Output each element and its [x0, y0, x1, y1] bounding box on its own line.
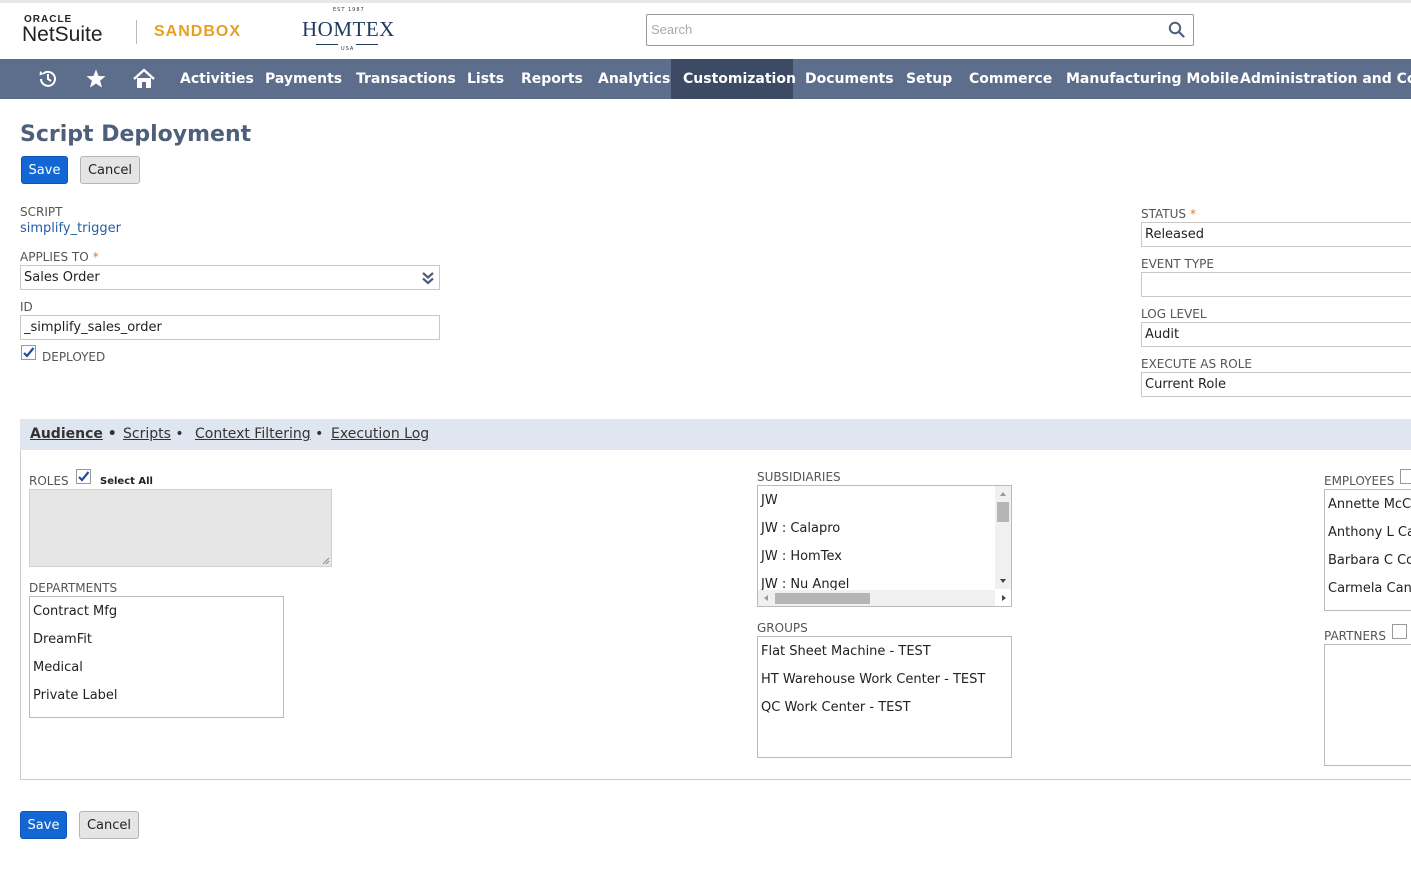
- employees-multiselect[interactable]: Annette McCl Anthony L Car Barbara C Col…: [1324, 489, 1411, 611]
- nav-lists[interactable]: Lists: [455, 59, 516, 99]
- tab-audience[interactable]: Audience •: [30, 419, 117, 450]
- home-icon[interactable]: [128, 59, 160, 99]
- subsidiary-option[interactable]: JW : HomTex: [761, 549, 842, 564]
- select-all-checkbox[interactable]: [76, 469, 91, 484]
- nav-activities[interactable]: Activities: [168, 59, 266, 99]
- partners-select-all-checkbox[interactable]: [1392, 624, 1407, 639]
- tab-context-filtering[interactable]: Context Filtering •: [195, 419, 323, 450]
- cancel-button[interactable]: Cancel: [80, 156, 140, 184]
- nav-customization[interactable]: Customization: [671, 59, 796, 99]
- search-input[interactable]: [647, 15, 1155, 43]
- event-type-label: EVENT TYPE: [1141, 257, 1214, 271]
- page-title: Script Deployment: [20, 122, 252, 147]
- status-label: STATUS *: [1141, 207, 1197, 221]
- nav-documents[interactable]: Documents: [793, 59, 906, 99]
- department-option[interactable]: Contract Mfg: [33, 604, 117, 619]
- double-chevron-down-icon: [422, 270, 434, 293]
- company-logo: HOMTEX: [302, 17, 395, 41]
- script-link[interactable]: simplify_trigger: [20, 221, 121, 236]
- vertical-scrollbar[interactable]: [995, 486, 1011, 589]
- partners-label: PARTNERS: [1324, 629, 1386, 643]
- partners-multiselect[interactable]: [1324, 644, 1411, 766]
- applies-to-select[interactable]: Sales Order: [20, 265, 440, 290]
- save-button[interactable]: Save: [21, 156, 68, 184]
- employee-option[interactable]: Carmela Canc: [1328, 581, 1411, 596]
- nav-reports[interactable]: Reports: [509, 59, 595, 99]
- nav-manufacturing-mobile[interactable]: Manufacturing Mobile: [1054, 59, 1251, 99]
- star-icon[interactable]: [80, 59, 112, 99]
- company-est-text: EST 1987: [333, 7, 365, 13]
- scroll-left-icon[interactable]: [761, 590, 771, 606]
- employees-label: EMPLOYEES: [1324, 474, 1395, 488]
- nav-commerce[interactable]: Commerce: [957, 59, 1064, 99]
- roles-label: ROLES: [29, 474, 69, 488]
- top-border: [0, 0, 1411, 3]
- subsidiary-option[interactable]: JW : Calapro: [761, 521, 840, 536]
- event-type-select[interactable]: [1141, 272, 1411, 297]
- company-country-text: USA: [341, 46, 355, 52]
- department-option[interactable]: Medical: [33, 660, 83, 675]
- required-marker: *: [1190, 207, 1197, 221]
- nav-analytics[interactable]: Analytics: [586, 59, 682, 99]
- select-all-label: Select All: [100, 476, 153, 487]
- nav-transactions[interactable]: Transactions: [344, 59, 468, 99]
- log-level-label: LOG LEVEL: [1141, 307, 1207, 321]
- id-label: ID: [20, 300, 33, 314]
- netsuite-logo-text: NetSuite: [22, 23, 103, 46]
- roles-multiselect[interactable]: [29, 489, 332, 567]
- employee-option[interactable]: Barbara C Col: [1328, 553, 1411, 568]
- execute-as-role-label: EXECUTE AS ROLE: [1141, 357, 1252, 371]
- employee-option[interactable]: Anthony L Car: [1328, 525, 1411, 540]
- departments-multiselect[interactable]: Contract Mfg DreamFit Medical Private La…: [29, 596, 284, 718]
- recent-icon[interactable]: [32, 59, 64, 99]
- sandbox-label: SANDBOX: [154, 23, 242, 40]
- search-icon[interactable]: [1168, 21, 1185, 42]
- employees-select-all-checkbox[interactable]: [1400, 469, 1411, 484]
- cancel-button-bottom[interactable]: Cancel: [79, 811, 139, 839]
- execute-as-role-select[interactable]: Current Role: [1141, 372, 1411, 397]
- subsidiaries-label: SUBSIDIARIES: [757, 470, 841, 484]
- scroll-down-icon[interactable]: [995, 576, 1011, 586]
- log-level-select[interactable]: Audit: [1141, 322, 1411, 347]
- applies-to-value: Sales Order: [24, 270, 100, 285]
- subsidiaries-multiselect[interactable]: JW JW : Calapro JW : HomTex JW : Nu Ange…: [757, 485, 1012, 607]
- scroll-right-icon[interactable]: [999, 590, 1009, 606]
- scroll-up-icon[interactable]: [995, 489, 1011, 499]
- group-option[interactable]: Flat Sheet Machine - TEST: [761, 644, 931, 659]
- save-button-bottom[interactable]: Save: [20, 811, 67, 839]
- department-option[interactable]: DreamFit: [33, 632, 92, 647]
- groups-multiselect[interactable]: Flat Sheet Machine - TEST HT Warehouse W…: [757, 636, 1012, 758]
- applies-to-label: APPLIES TO *: [20, 250, 99, 264]
- deployed-label: DEPLOYED: [42, 350, 106, 364]
- company-logo-rule-left: [316, 44, 338, 45]
- status-select[interactable]: Released: [1141, 222, 1411, 247]
- resize-handle-icon[interactable]: [322, 557, 330, 565]
- departments-label: DEPARTMENTS: [29, 581, 118, 595]
- checkmark-icon: [78, 471, 90, 482]
- scroll-thumb[interactable]: [775, 593, 870, 604]
- tab-scripts[interactable]: Scripts •: [123, 419, 184, 450]
- group-option[interactable]: QC Work Center - TEST: [761, 700, 911, 715]
- id-field[interactable]: _simplify_sales_order: [20, 315, 440, 340]
- checkmark-icon: [23, 347, 35, 358]
- company-logo-rule-right: [356, 44, 378, 45]
- groups-label: GROUPS: [757, 621, 808, 635]
- horizontal-scrollbar[interactable]: [758, 590, 1006, 606]
- deployed-checkbox[interactable]: [21, 345, 36, 360]
- scroll-thumb[interactable]: [997, 502, 1009, 522]
- subsidiary-option[interactable]: JW: [761, 493, 778, 508]
- required-marker: *: [92, 250, 99, 264]
- nav-payments[interactable]: Payments: [253, 59, 354, 99]
- group-option[interactable]: HT Warehouse Work Center - TEST: [761, 672, 985, 687]
- employee-option[interactable]: Annette McCl: [1328, 497, 1411, 512]
- main-nav: Activities Payments Transactions Lists R…: [0, 59, 1411, 99]
- logo-divider: [136, 20, 137, 44]
- global-search: [646, 14, 1194, 46]
- nav-setup[interactable]: Setup: [894, 59, 964, 99]
- tab-execution-log[interactable]: Execution Log: [331, 419, 429, 450]
- script-label: SCRIPT: [20, 205, 63, 219]
- department-option[interactable]: Private Label: [33, 688, 118, 703]
- subtab-bar: Audience • Scripts • Context Filtering •…: [20, 419, 1411, 450]
- nav-administration[interactable]: Administration and Contr: [1228, 59, 1411, 99]
